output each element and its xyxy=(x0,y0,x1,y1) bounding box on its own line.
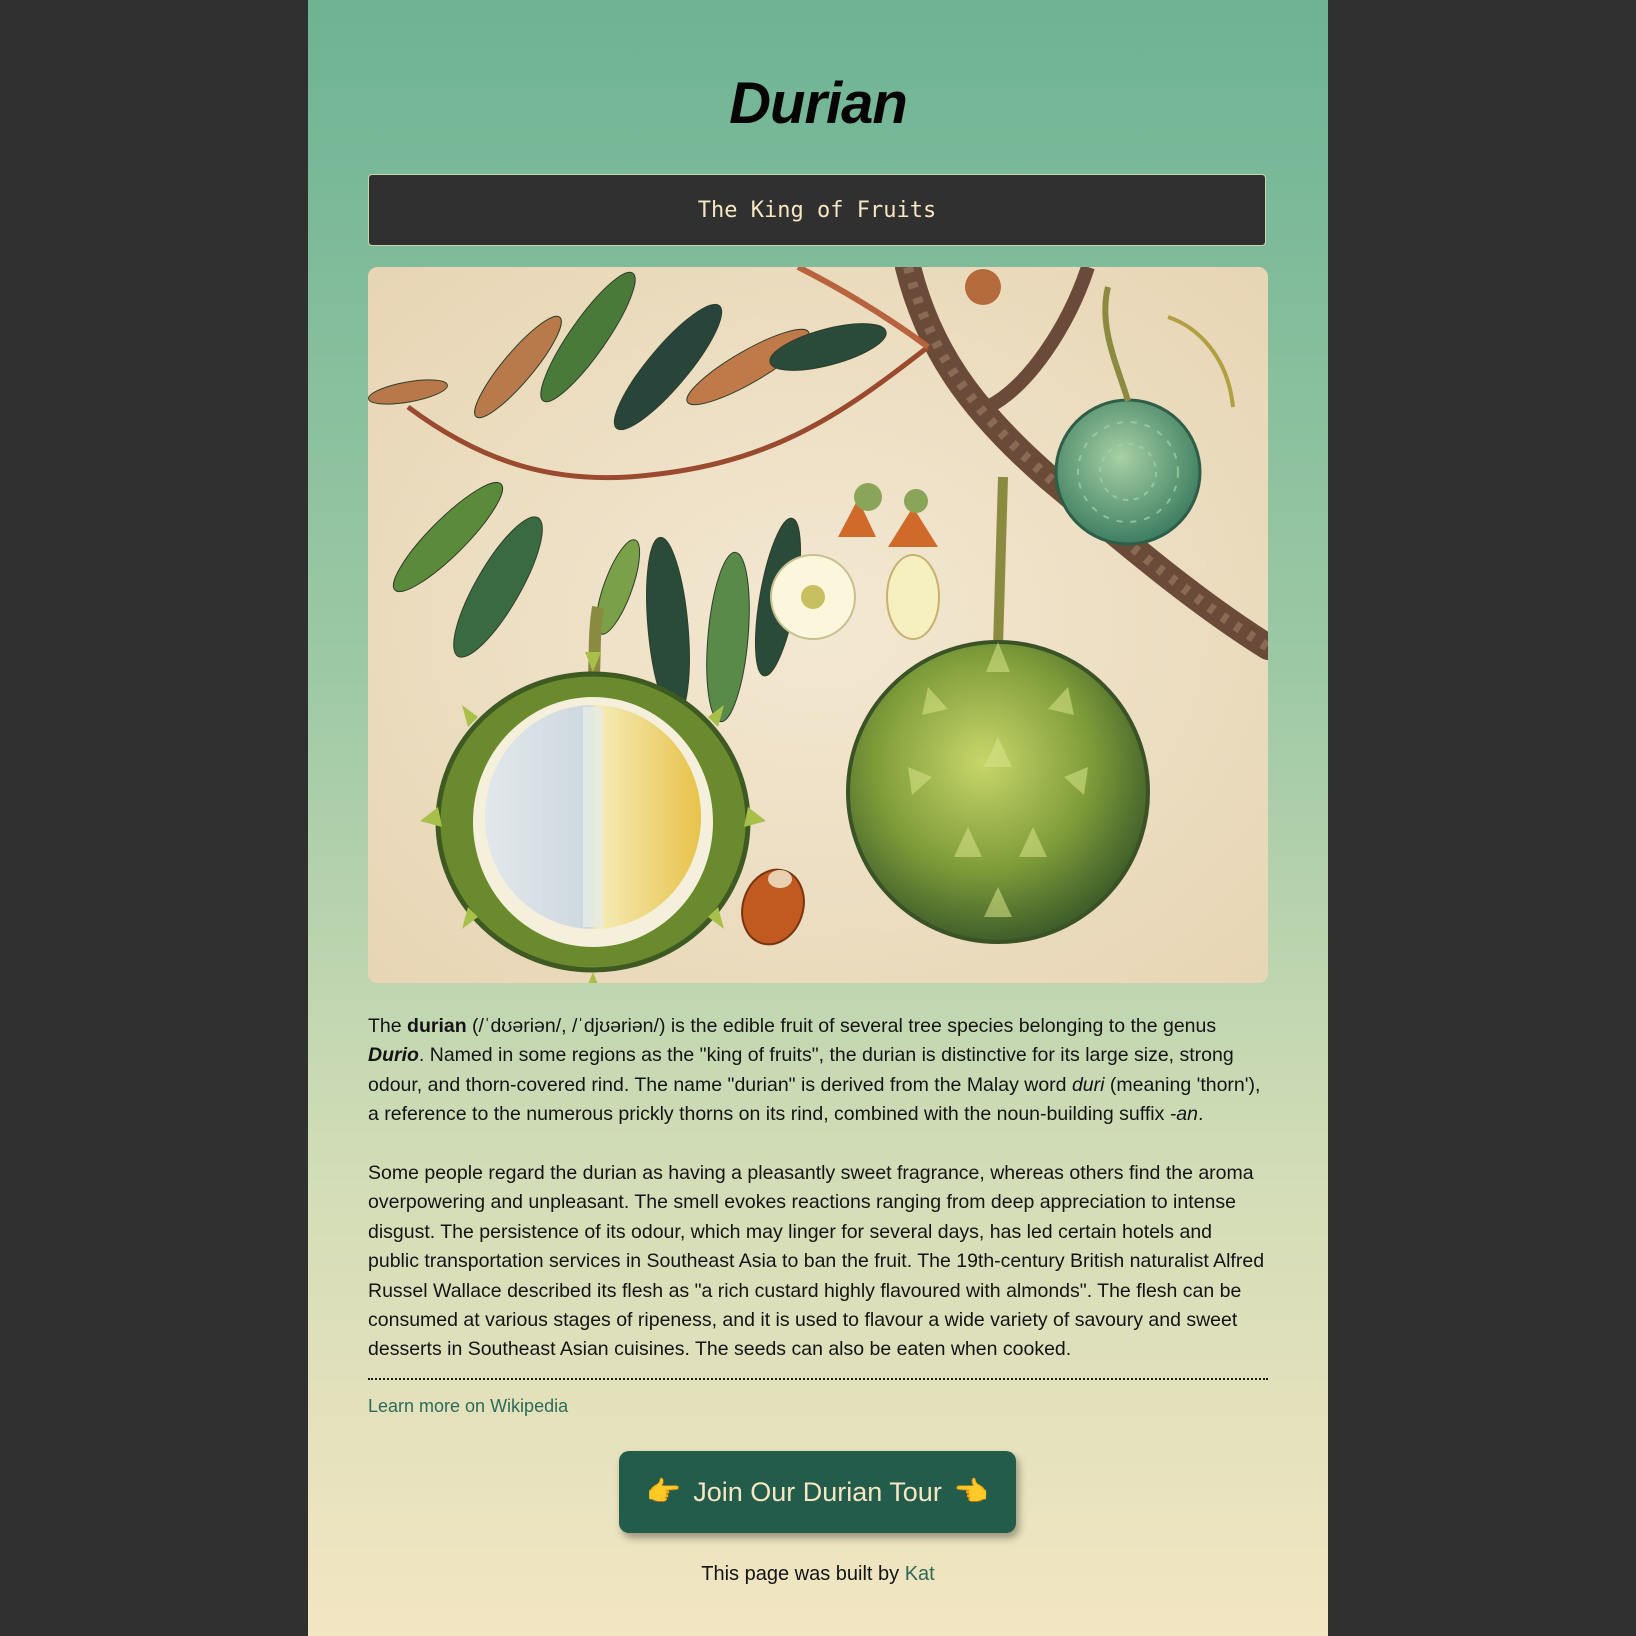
tagline-banner: The King of Fruits xyxy=(368,174,1266,246)
page-footer: This page was built by Kat xyxy=(308,1563,1328,1586)
wikipedia-link[interactable]: Learn more on Wikipedia xyxy=(368,1396,568,1417)
tagline-text: The King of Fruits xyxy=(697,197,937,223)
intro-text-5: . xyxy=(1197,1103,1204,1126)
join-tour-label: Join Our Durian Tour xyxy=(693,1476,942,1507)
durian-botanical-image xyxy=(368,267,1268,983)
intro-paragraph: The durian (/ˈdʊəriən/, /ˈdjʊəriən/) is … xyxy=(368,1012,1268,1130)
join-tour-button[interactable]: 👉 Join Our Durian Tour 👈 xyxy=(619,1451,1016,1533)
durian-term: durian xyxy=(407,1015,467,1037)
durian-illustration xyxy=(368,267,1268,983)
pointing-left-hand-icon: 👈 xyxy=(953,1475,989,1508)
intro-text-2: (/ˈdʊəriən/, /ˈdjʊəriən/) is the edible … xyxy=(466,1015,1217,1037)
page-title: Durian xyxy=(729,71,908,136)
section-divider xyxy=(368,1378,1268,1380)
aroma-paragraph: Some people regard the durian as having … xyxy=(368,1162,1265,1361)
footer-text: This page was built by xyxy=(701,1563,905,1585)
duri-term: duri xyxy=(1071,1073,1105,1096)
suffix-term: -an xyxy=(1169,1103,1198,1126)
intro-text-1: The xyxy=(368,1015,408,1037)
genus-term: Durio xyxy=(368,1044,419,1067)
pointing-right-hand-icon: 👉 xyxy=(646,1475,682,1508)
page-container: Durian The King of Fruits The durian (/ˈ… xyxy=(308,0,1328,1636)
author-link[interactable]: Kat xyxy=(905,1563,935,1585)
